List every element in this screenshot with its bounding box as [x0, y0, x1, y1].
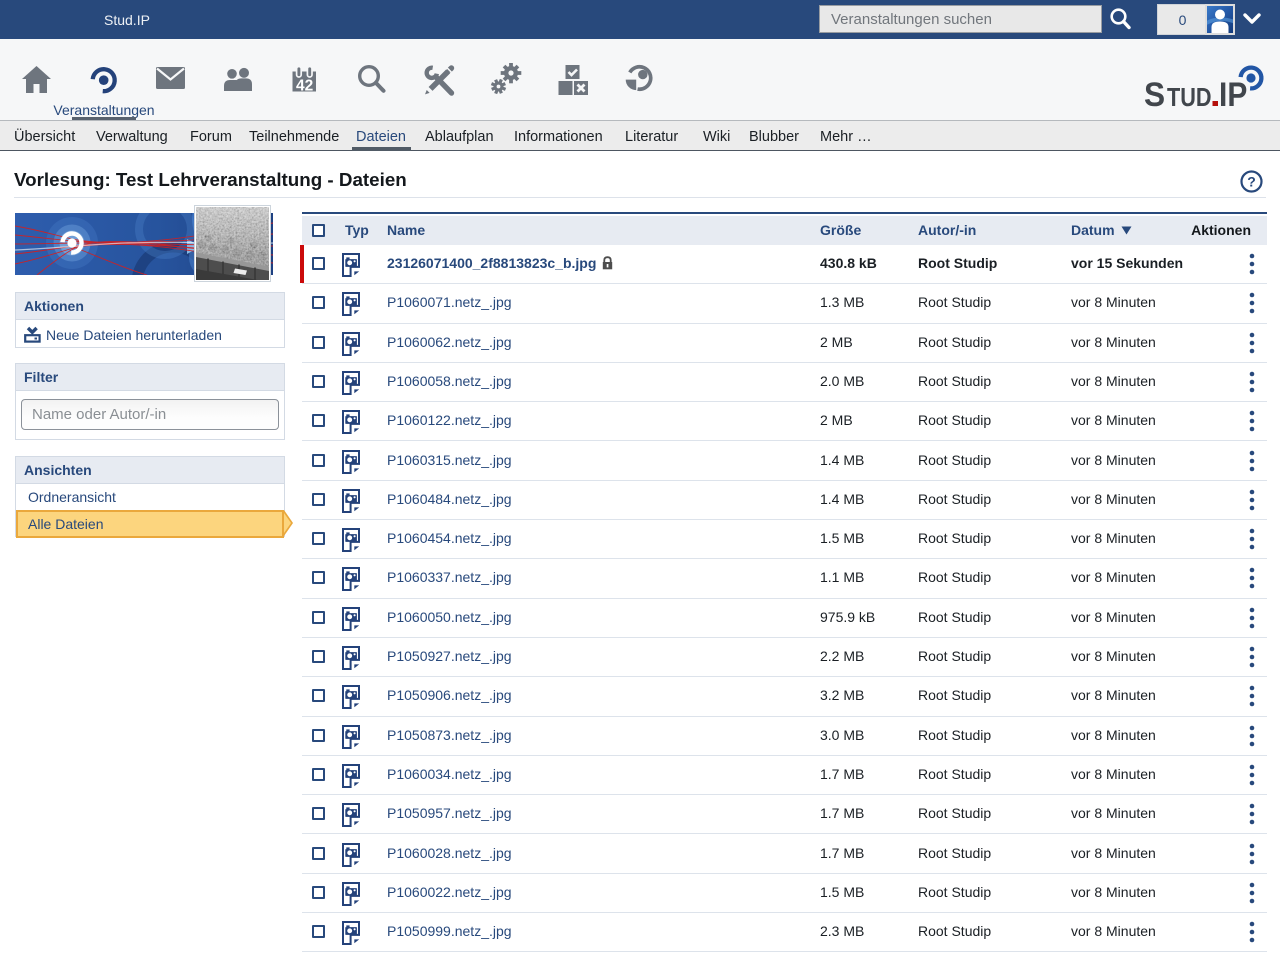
svg-text:42: 42: [296, 77, 313, 94]
svg-text:S: S: [1144, 75, 1165, 110]
svg-text:TUD: TUD: [1167, 84, 1212, 110]
svg-text:?: ?: [1247, 174, 1256, 190]
svg-text:IP: IP: [1219, 75, 1247, 110]
